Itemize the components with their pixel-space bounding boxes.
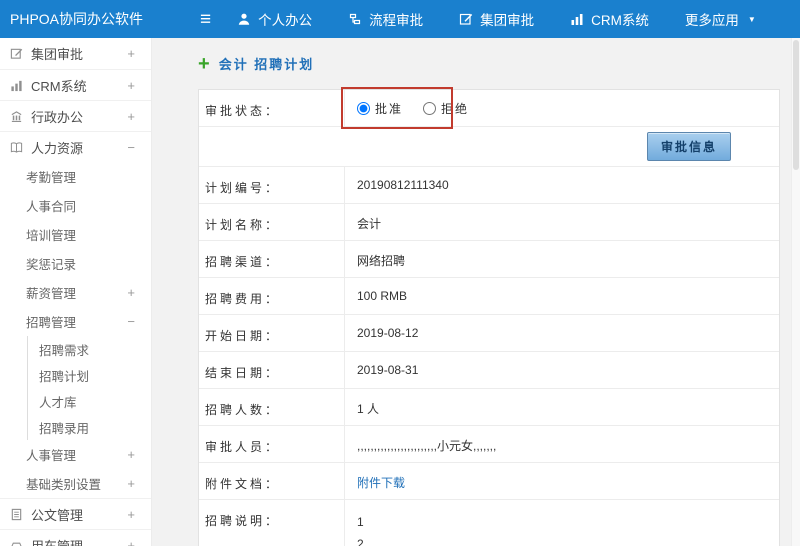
nav-label: CRM系统	[591, 13, 649, 28]
row-attachment: 附件文档： 附件下载	[199, 463, 779, 500]
headcount-value: 1 人	[357, 402, 380, 416]
sidebar-item-attendance[interactable]: 考勤管理	[0, 162, 151, 191]
bar-chart-icon	[570, 12, 584, 26]
sidebar-item-vehicle[interactable]: 用车管理 +	[0, 529, 151, 546]
nav-label: 流程审批	[369, 13, 424, 28]
flow-icon	[348, 12, 362, 26]
sidebar-item-training[interactable]: 培训管理	[0, 220, 151, 249]
nav-item-personal-office[interactable]: 个人办公	[237, 9, 312, 29]
row-headcount: 招聘人数： 1 人	[199, 389, 779, 426]
sidebar-item-hr-contract[interactable]: 人事合同	[0, 191, 151, 220]
nav-label: 个人办公	[258, 13, 313, 28]
sidebar-item-recruit-plan[interactable]: 招聘计划	[28, 362, 151, 388]
sidebar: 集团审批 + CRM系统 + 行政办公 + 人力资源 − 考勤管理 人事合同 培…	[0, 38, 152, 546]
recruit-fee-value: 100 RMB	[357, 289, 408, 303]
attachment-download-link[interactable]: 附件下载	[357, 476, 405, 490]
page-title: + 会计 招聘计划	[198, 52, 782, 75]
sidebar-item-recruitment[interactable]: 招聘管理 −	[0, 307, 151, 336]
row-end-date: 结束日期： 2019-08-31	[199, 352, 779, 389]
add-plus-icon: +	[198, 52, 210, 75]
approval-info-button[interactable]: 审批信息	[646, 132, 731, 161]
sidebar-item-admin-office[interactable]: 行政办公 +	[0, 100, 151, 131]
main-content: + 会计 招聘计划 审批状态： 批准 拒绝 审批信息 计划编号： 2019081…	[152, 38, 800, 546]
sidebar-item-rewards[interactable]: 奖惩记录	[0, 249, 151, 278]
book-icon	[10, 141, 23, 154]
nav-item-crm[interactable]: CRM系统	[570, 9, 649, 29]
edit-icon	[10, 47, 23, 60]
expand-icon[interactable]: +	[127, 538, 135, 546]
sidebar-item-crm[interactable]: CRM系统 +	[0, 69, 151, 100]
row-approvers: 审批人员： ,,,,,,,,,,,,,,,,,,,,,,,,小元女,,,,,,,	[199, 426, 779, 463]
row-plan-name: 计划名称： 会计	[199, 204, 779, 241]
end-date-value: 2019-08-31	[357, 363, 419, 377]
sidebar-item-hr[interactable]: 人力资源 −	[0, 131, 151, 162]
sidebar-item-group-approval[interactable]: 集团审批 +	[0, 38, 151, 69]
radio-reject[interactable]: 拒绝	[423, 100, 469, 117]
nav-label: 集团审批	[480, 13, 535, 28]
row-start-date: 开始日期： 2019-08-12	[199, 315, 779, 352]
start-date-value: 2019-08-12	[357, 326, 419, 340]
bar-chart-icon	[10, 79, 23, 92]
radio-approve[interactable]: 批准	[357, 100, 403, 117]
building-icon	[10, 110, 23, 123]
plan-name-value: 会计	[357, 217, 382, 231]
edit-icon	[459, 12, 473, 26]
sidebar-item-recruit-hire[interactable]: 招聘录用	[28, 414, 151, 440]
sidebar-item-document[interactable]: 公文管理 +	[0, 498, 151, 529]
nav-item-more-apps[interactable]: 更多应用 ▼	[685, 9, 756, 29]
recruitment-submenu: 招聘需求 招聘计划 人才库 招聘录用	[27, 336, 151, 440]
approvers-value: ,,,,,,,,,,,,,,,,,,,,,,,,小元女,,,,,,,	[357, 439, 497, 453]
description-line: 1	[357, 515, 364, 529]
reject-radio-input[interactable]	[423, 101, 437, 115]
row-recruit-fee: 招聘费用： 100 RMB	[199, 278, 779, 315]
hamburger-icon[interactable]: ≡	[200, 10, 211, 29]
row-recruit-channel: 招聘渠道： 网络招聘	[199, 241, 779, 278]
expand-icon[interactable]: +	[127, 447, 135, 462]
collapse-icon[interactable]: −	[127, 140, 135, 155]
page-body: 集团审批 + CRM系统 + 行政办公 + 人力资源 − 考勤管理 人事合同 培…	[0, 38, 800, 546]
radio-label: 拒绝	[441, 101, 470, 116]
field-label: 审批状态：	[199, 90, 345, 126]
description-line: 2	[357, 537, 364, 546]
nav-item-group-approval[interactable]: 集团审批	[459, 9, 534, 29]
expand-icon[interactable]: +	[127, 476, 135, 491]
expand-icon[interactable]: +	[127, 285, 135, 300]
sidebar-item-recruit-demand[interactable]: 招聘需求	[28, 336, 151, 362]
expand-icon[interactable]: +	[127, 109, 135, 124]
plan-number-value: 20190812111340	[357, 178, 449, 192]
sidebar-item-base-category[interactable]: 基础类别设置 +	[0, 469, 151, 498]
nav-item-workflow-approval[interactable]: 流程审批	[348, 9, 423, 29]
scrollbar-thumb[interactable]	[793, 40, 799, 170]
document-icon	[10, 508, 23, 521]
expand-icon[interactable]: +	[127, 78, 135, 93]
expand-icon[interactable]: +	[127, 46, 135, 61]
recruit-channel-value: 网络招聘	[357, 254, 406, 268]
topbar: PHPOA协同办公软件 ≡ 个人办公 流程审批 集团审批 CRM系统 更多应用 …	[0, 0, 800, 38]
person-icon	[237, 12, 251, 26]
approval-status-row: 审批状态： 批准 拒绝	[199, 87, 779, 129]
recruit-plan-detail-table: 审批状态： 批准 拒绝 审批信息 计划编号： 20190812111340 计划…	[198, 87, 780, 546]
sidebar-item-personnel[interactable]: 人事管理 +	[0, 440, 151, 469]
radio-label: 批准	[375, 101, 404, 116]
car-icon	[10, 539, 23, 546]
collapse-icon[interactable]: −	[127, 314, 135, 329]
row-description: 招聘说明： 1 2	[199, 500, 779, 546]
row-plan-number: 计划编号： 20190812111340	[199, 167, 779, 204]
sidebar-item-salary[interactable]: 薪资管理 +	[0, 278, 151, 307]
app-brand: PHPOA协同办公软件	[10, 11, 144, 27]
sidebar-item-talent-pool[interactable]: 人才库	[28, 388, 151, 414]
nav-label: 更多应用	[684, 13, 739, 28]
page-title-text: 会计 招聘计划	[218, 57, 315, 72]
expand-icon[interactable]: +	[127, 507, 135, 522]
vertical-scrollbar[interactable]	[791, 38, 800, 546]
approval-button-row: 审批信息	[199, 127, 779, 167]
top-navigation: 个人办公 流程审批 集团审批 CRM系统 更多应用 ▼	[237, 9, 756, 29]
approve-radio-input[interactable]	[357, 101, 370, 115]
approval-radio-group: 批准 拒绝	[341, 87, 779, 129]
caret-down-icon: ▼	[747, 14, 756, 24]
